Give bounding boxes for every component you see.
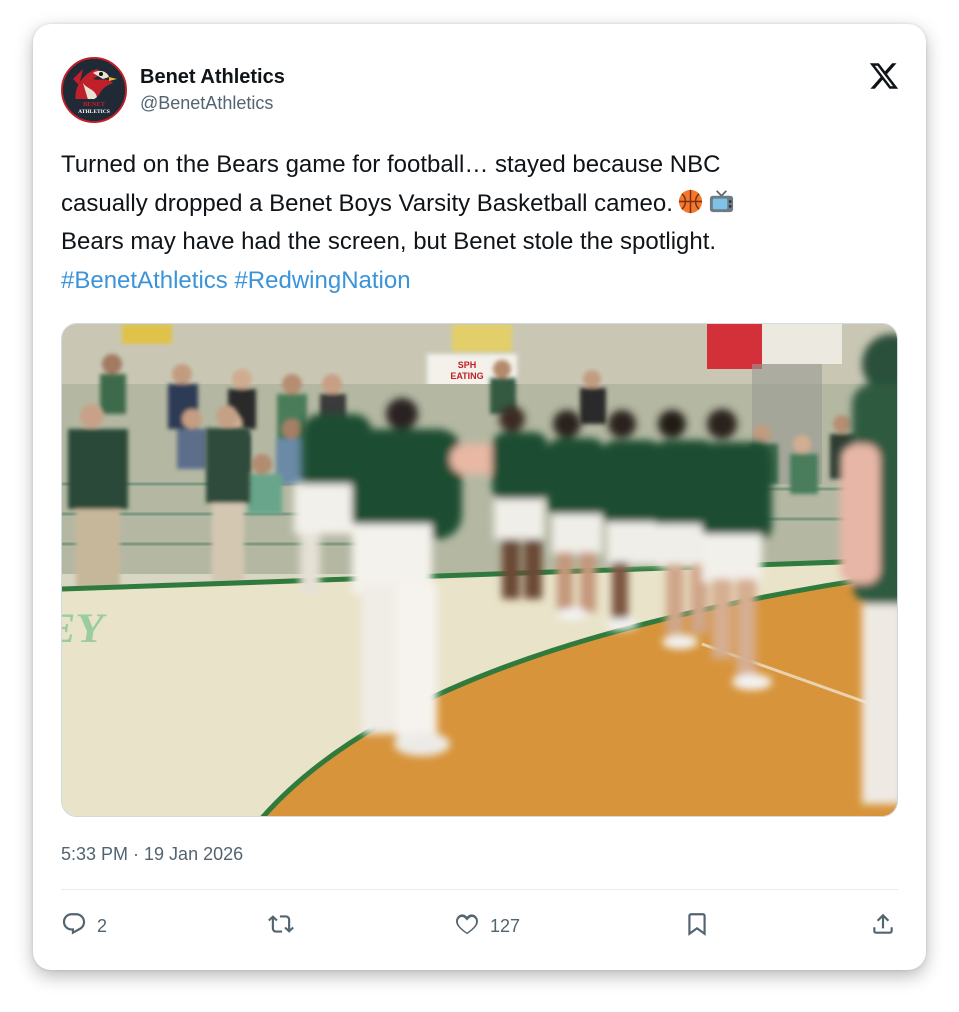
hashtag-redwingnation[interactable]: #RedwingNation: [234, 267, 410, 294]
display-name[interactable]: Benet Athletics: [140, 65, 285, 89]
tweet-line-2: casually dropped a Benet Boys Varsity Ba…: [61, 185, 891, 224]
banner-text-2: EATING: [450, 371, 483, 381]
bookmark-button[interactable]: [684, 904, 710, 948]
tweet-media-video[interactable]: SPH EATING LEY: [61, 323, 898, 817]
avatar-text-athletics: ATHLETICS: [78, 109, 110, 115]
handle[interactable]: @BenetAthletics: [140, 91, 285, 115]
bookmark-icon: [684, 911, 710, 942]
like-count: 127: [490, 915, 521, 936]
retweet-button[interactable]: [268, 904, 304, 948]
share-button[interactable]: [870, 904, 896, 948]
banner-text-1: SPH: [458, 360, 477, 370]
tweet-text: Turned on the Bears game for football… s…: [61, 146, 891, 300]
avatar-text-benet: BENET: [83, 101, 106, 108]
x-logo-icon[interactable]: [867, 59, 901, 93]
action-bar: 2 127: [61, 904, 898, 948]
hashtag-benetathletics[interactable]: #BenetAthletics: [61, 267, 228, 294]
tweet-card: BENET ATHLETICS Benet Athletics @BenetAt…: [33, 24, 926, 970]
retweet-icon: [268, 911, 294, 942]
court-lettering: LEY: [62, 605, 109, 652]
like-button[interactable]: 127: [454, 904, 520, 948]
tweet-hashtags: #BenetAthletics #RedwingNation: [61, 262, 891, 301]
reply-button[interactable]: 2: [61, 904, 107, 948]
heart-icon: [454, 911, 480, 942]
basketball-emoji-icon: [677, 188, 704, 215]
tweet-line-2-text: casually dropped a Benet Boys Varsity Ba…: [61, 189, 673, 217]
avatar[interactable]: BENET ATHLETICS: [61, 57, 127, 123]
tweet-line-1: Turned on the Bears game for football… s…: [61, 151, 721, 178]
tweet-line-3: Bears may have had the screen, but Benet…: [61, 228, 717, 255]
redwing-logo: BENET ATHLETICS: [63, 59, 125, 121]
share-icon: [870, 911, 896, 942]
reply-icon: [61, 911, 87, 942]
basketball-team-photo: SPH EATING LEY: [62, 324, 897, 816]
television-emoji-icon: [708, 188, 735, 215]
tweet-header: BENET ATHLETICS Benet Athletics @BenetAt…: [61, 57, 901, 123]
author-info: Benet Athletics @BenetAthletics: [140, 65, 285, 115]
reply-count: 2: [97, 915, 108, 936]
tweet-timestamp[interactable]: 5:33 PM · 19 Jan 2026: [61, 844, 243, 865]
divider: [61, 889, 898, 890]
